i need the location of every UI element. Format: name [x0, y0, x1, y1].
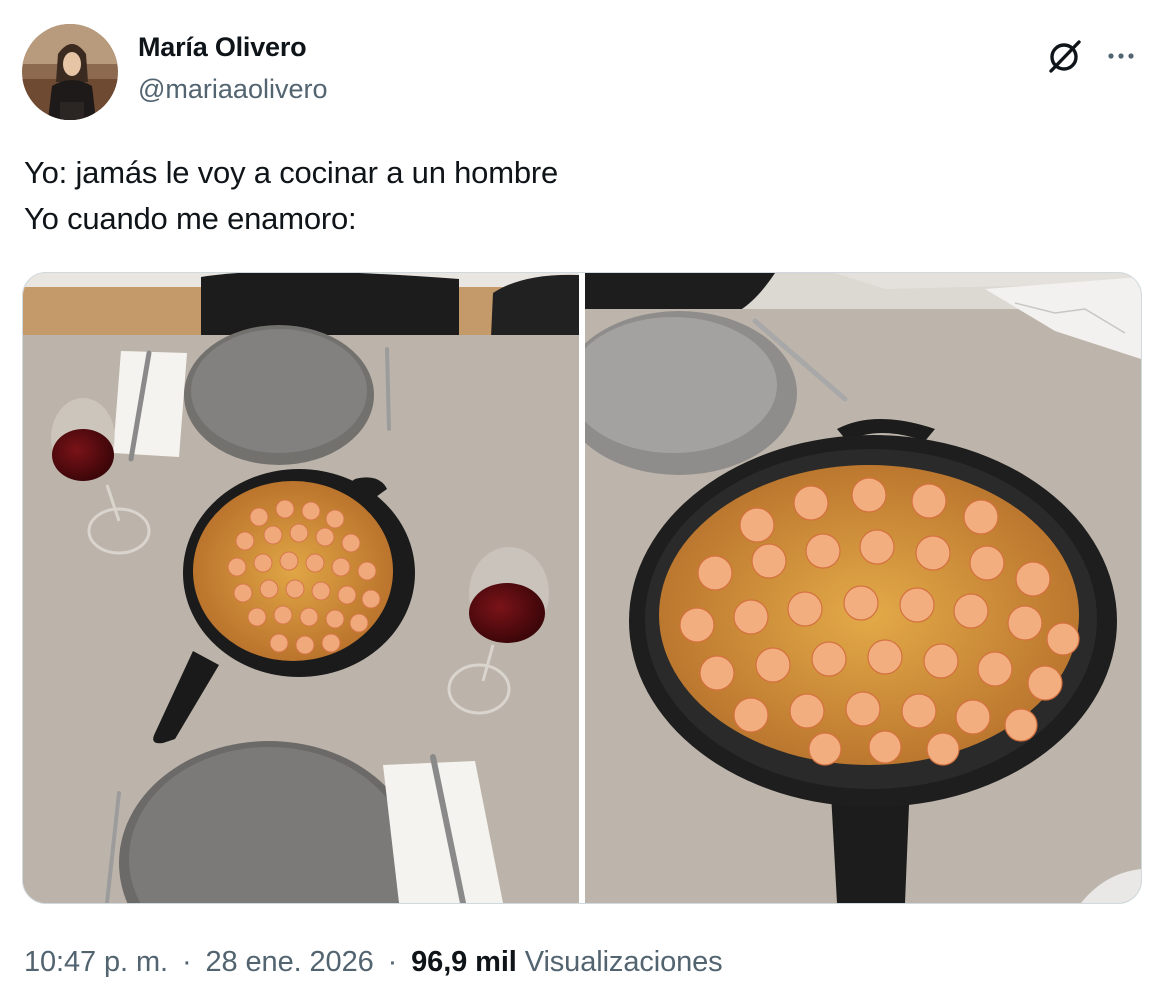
photo-skillet-closeup[interactable] [585, 273, 1141, 903]
more-options-icon[interactable] [1104, 44, 1138, 68]
grok-icon[interactable] [1046, 37, 1084, 75]
meta-separator: · [181, 946, 192, 978]
author-handle[interactable]: @mariaaolivero [138, 74, 327, 105]
tweet-text: Yo: jamás le voy a cocinar a un hombre Y… [24, 150, 558, 242]
tweet-meta: 10:47 p. m. · 28 ene. 2026 · 96,9 mil Vi… [24, 946, 723, 979]
media-grid [22, 272, 1142, 904]
avatar-image [22, 24, 118, 120]
views-count: 96,9 mil [411, 946, 517, 978]
tweet-date[interactable]: 28 ene. 2026 [206, 946, 374, 978]
avatar[interactable] [22, 24, 118, 120]
tweet-text-line: Yo cuando me enamoro: [24, 201, 357, 236]
photo-table-setting[interactable] [23, 273, 579, 903]
tweet-time[interactable]: 10:47 p. m. [24, 946, 168, 978]
tweet-text-line: Yo: jamás le voy a cocinar a un hombre [24, 155, 559, 190]
meta-separator: · [387, 946, 398, 978]
views-label: Visualizaciones [524, 946, 723, 978]
author-display-name[interactable]: María Olivero [138, 32, 307, 63]
